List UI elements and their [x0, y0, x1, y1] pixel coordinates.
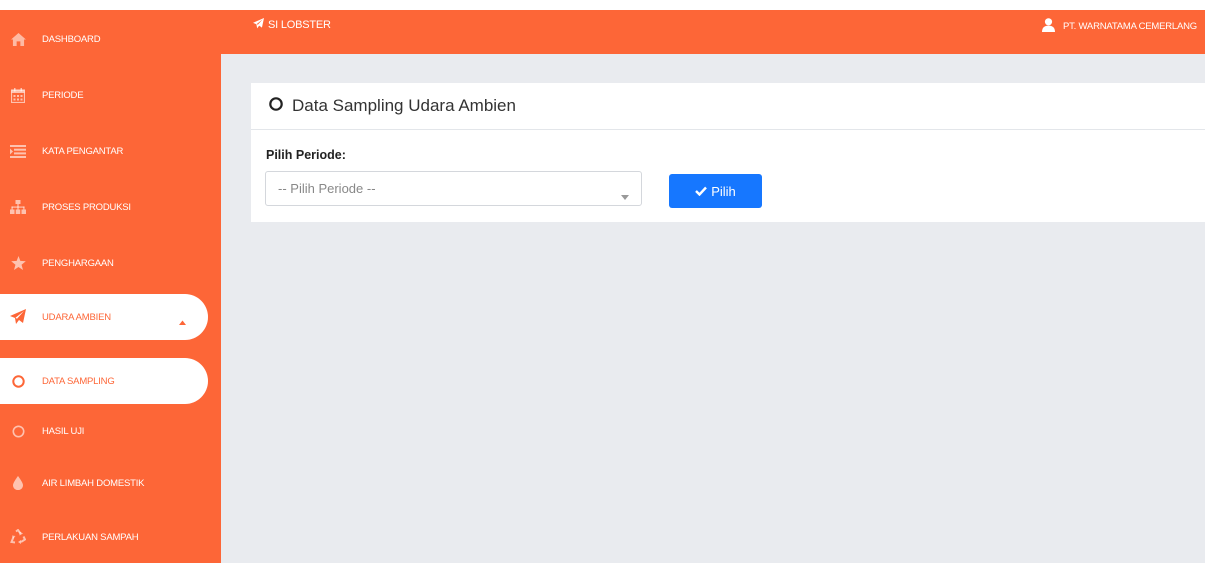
tint-icon: [0, 476, 36, 490]
periode-label: Pilih Periode:: [266, 148, 346, 162]
sidebar: DASHBOARD PERIODE KATA PENGANTAR PROSES …: [0, 10, 221, 563]
pilih-button-label: Pilih: [711, 183, 736, 199]
sidebar-item-data-sampling[interactable]: DATA SAMPLING: [0, 358, 208, 404]
recycle-icon: [0, 529, 36, 545]
user-menu[interactable]: PT. WARNATAMA CEMERLANG: [1041, 18, 1197, 35]
card-header: Data Sampling Udara Ambien: [251, 83, 1205, 130]
pilih-button[interactable]: Pilih: [669, 174, 762, 208]
caret-up-icon: [179, 312, 186, 330]
paper-plane-icon: [253, 18, 268, 32]
user-name: PT. WARNATAMA CEMERLANG: [1062, 21, 1197, 32]
sidebar-item-kata-pengantar[interactable]: KATA PENGANTAR: [0, 128, 208, 174]
paper-plane-icon: [0, 309, 36, 325]
circle-icon: [269, 96, 283, 116]
brand-link[interactable]: SI LOBSTER: [253, 18, 331, 32]
sidebar-item-label: UDARA AMBIEN: [42, 311, 111, 323]
sidebar-item-penghargaan[interactable]: PENGHARGAAN: [0, 240, 208, 286]
sampling-card: Data Sampling Udara Ambien Pilih Periode…: [251, 83, 1205, 222]
circle-icon: [0, 425, 36, 438]
home-icon: [0, 32, 36, 46]
user-icon: [1041, 18, 1063, 35]
sidebar-item-label: PENGHARGAAN: [42, 257, 114, 269]
sidebar-item-perlakuan-sampah[interactable]: PERLAKUAN SAMPAH: [0, 514, 208, 560]
brand-name: SI LOBSTER: [268, 19, 331, 31]
sidebar-item-air-limbah-domestik[interactable]: AIR LIMBAH DOMESTIK: [0, 460, 208, 506]
circle-icon: [0, 374, 36, 388]
periode-select[interactable]: -- Pilih Periode --: [265, 171, 642, 206]
sitemap-icon: [0, 200, 36, 214]
list-icon: [0, 144, 36, 158]
star-icon: [0, 256, 36, 270]
select-placeholder: -- Pilih Periode --: [278, 181, 376, 196]
sidebar-item-proses-produksi[interactable]: PROSES PRODUKSI: [0, 184, 208, 230]
page-title: Data Sampling Udara Ambien: [292, 96, 516, 115]
sidebar-item-label: PROSES PRODUKSI: [42, 201, 131, 213]
caret-down-icon: [621, 187, 629, 205]
sidebar-item-hasil-uji[interactable]: HASIL UJI: [0, 408, 208, 454]
sidebar-item-udara-ambien[interactable]: UDARA AMBIEN: [0, 294, 208, 340]
top-navbar: SI LOBSTER PT. WARNATAMA CEMERLANG: [221, 10, 1205, 54]
calendar-icon: [0, 87, 36, 103]
sidebar-item-label: PERIODE: [42, 89, 84, 101]
main-content: Data Sampling Udara Ambien Pilih Periode…: [221, 54, 1205, 563]
sidebar-item-label: PERLAKUAN SAMPAH: [42, 531, 139, 543]
sidebar-item-label: DATA SAMPLING: [42, 375, 115, 387]
sidebar-item-dashboard[interactable]: DASHBOARD: [0, 16, 208, 62]
sidebar-item-label: HASIL UJI: [42, 425, 85, 437]
check-icon: [695, 184, 711, 199]
sidebar-item-label: DASHBOARD: [42, 33, 101, 45]
sidebar-item-periode[interactable]: PERIODE: [0, 72, 208, 118]
sidebar-item-label: AIR LIMBAH DOMESTIK: [42, 477, 145, 489]
sidebar-item-label: KATA PENGANTAR: [42, 145, 124, 157]
